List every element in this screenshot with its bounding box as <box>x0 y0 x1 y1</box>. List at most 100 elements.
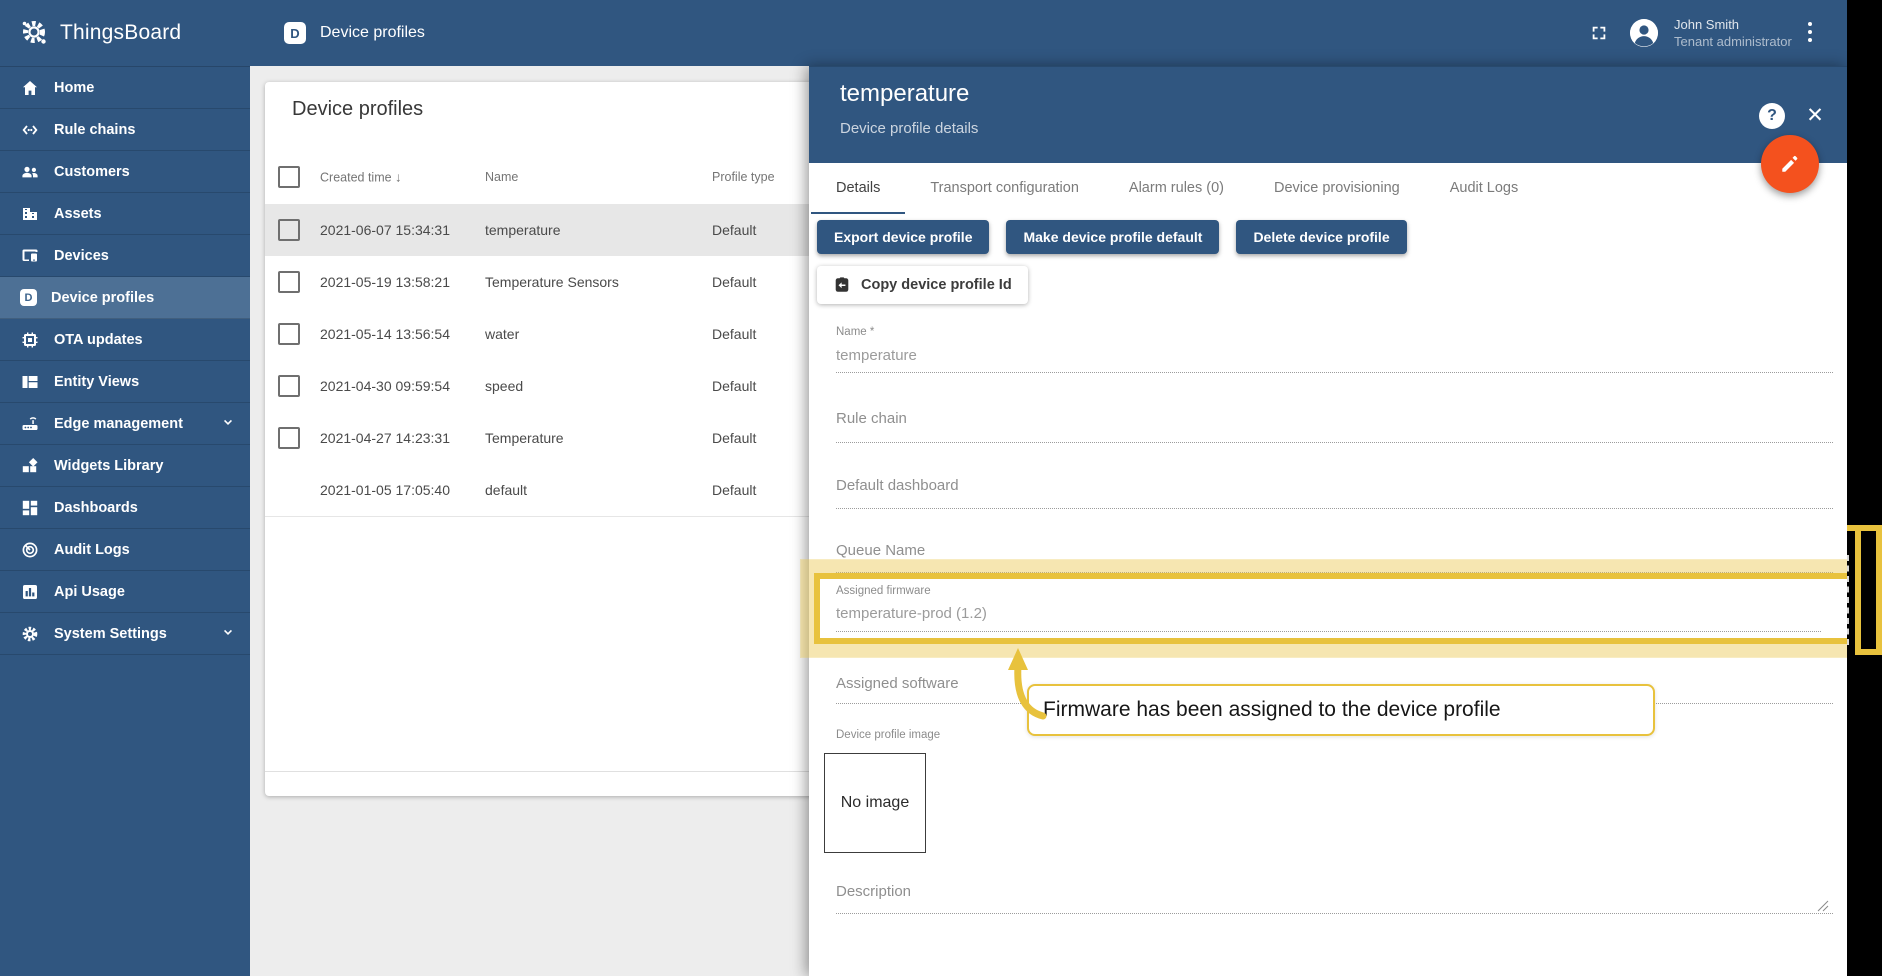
sidebar-item-label: OTA updates <box>54 332 143 348</box>
sidebar-item-audit-logs[interactable]: Audit Logs <box>0 529 250 571</box>
device-profile-image-dropzone[interactable]: No image <box>824 753 926 853</box>
sidebar-item-device-profiles[interactable]: D Device profiles <box>0 277 250 319</box>
rule-chains-icon <box>20 120 40 140</box>
clipped-highlight-fragment <box>1876 531 1882 655</box>
default-dashboard-field[interactable]: Default dashboard <box>836 477 959 494</box>
cell-name: speed <box>485 378 523 394</box>
column-name[interactable]: Name <box>485 170 518 184</box>
user-name: John Smith <box>1674 16 1792 33</box>
avatar[interactable] <box>1630 19 1658 47</box>
sidebar-item-label: Api Usage <box>54 584 125 600</box>
app-logo[interactable]: ThingsBoard <box>0 0 250 66</box>
tab-device-provisioning[interactable]: Device provisioning <box>1249 162 1425 214</box>
screen-edge-strip <box>1847 0 1882 976</box>
row-checkbox[interactable] <box>278 323 300 345</box>
cell-name: Temperature <box>485 430 564 446</box>
sidebar-item-entity-views[interactable]: Entity Views <box>0 361 250 403</box>
sidebar-item-edge-management[interactable]: Edge management <box>0 403 250 445</box>
no-image-text: No image <box>841 794 909 812</box>
sidebar-item-label: Widgets Library <box>54 458 163 474</box>
sidebar-item-system-settings[interactable]: System Settings <box>0 613 250 655</box>
column-created-time[interactable]: Created time ↓ <box>320 170 402 185</box>
tab-alarm-rules[interactable]: Alarm rules (0) <box>1104 162 1249 214</box>
user-role: Tenant administrator <box>1674 33 1792 50</box>
chevron-down-icon[interactable] <box>220 625 236 641</box>
assigned-firmware-label: Assigned firmware <box>836 585 931 597</box>
assigned-firmware-field-highlight: Assigned firmware temperature-prod (1.2) <box>814 573 1856 644</box>
assigned-firmware-value[interactable]: temperature-prod (1.2) <box>836 605 987 622</box>
default-dashboard-underline <box>836 508 1833 509</box>
cell-profile-type: Default <box>712 222 756 238</box>
description-field[interactable]: Description <box>836 883 911 900</box>
clipped-highlight-fragment <box>1855 531 1861 655</box>
fullscreen-icon[interactable] <box>1590 24 1608 42</box>
row-checkbox[interactable] <box>278 271 300 293</box>
delete-device-profile-button[interactable]: Delete device profile <box>1236 220 1406 254</box>
cell-created-time: 2021-04-30 09:59:54 <box>320 378 450 394</box>
sidebar-item-assets[interactable]: Assets <box>0 193 250 235</box>
widgets-library-icon <box>20 456 40 476</box>
sidebar-item-label: Home <box>54 80 94 96</box>
cell-name: temperature <box>485 222 560 238</box>
export-device-profile-button[interactable]: Export device profile <box>817 220 989 254</box>
sidebar-item-label: Dashboards <box>54 500 138 516</box>
brand-name: ThingsBoard <box>60 21 181 45</box>
sidebar-item-ota-updates[interactable]: OTA updates <box>0 319 250 361</box>
sidebar-item-home[interactable]: Home <box>0 67 250 109</box>
sidebar-item-api-usage[interactable]: Api Usage <box>0 571 250 613</box>
pencil-icon <box>1779 153 1801 175</box>
device-profiles-icon: D <box>284 22 306 44</box>
copy-device-profile-id-button[interactable]: Copy device profile Id <box>817 266 1028 304</box>
assigned-firmware-underline <box>836 631 1821 632</box>
ota-updates-icon <box>20 330 40 350</box>
column-profile-type[interactable]: Profile type <box>712 170 775 184</box>
row-checkbox[interactable] <box>278 375 300 397</box>
rule-chain-field[interactable]: Rule chain <box>836 410 907 427</box>
sidebar-item-dashboards[interactable]: Dashboards <box>0 487 250 529</box>
panel-header: temperature Device profile details ? ✕ <box>809 66 1847 163</box>
sidebar-item-label: Customers <box>54 164 130 180</box>
close-icon[interactable]: ✕ <box>1803 101 1827 129</box>
row-checkbox[interactable] <box>278 427 300 449</box>
assets-icon <box>20 204 40 224</box>
edit-fab-button[interactable] <box>1761 135 1819 193</box>
panel-tabs: Details Transport configuration Alarm ru… <box>811 162 1543 214</box>
tab-audit-logs[interactable]: Audit Logs <box>1425 162 1544 214</box>
cell-profile-type: Default <box>712 482 756 498</box>
sidebar-item-label: Assets <box>54 206 102 222</box>
sidebar-item-devices[interactable]: Devices <box>0 235 250 277</box>
description-underline <box>836 913 1833 914</box>
name-field-value[interactable]: temperature <box>836 347 917 364</box>
cell-name: water <box>485 326 519 342</box>
cell-created-time: 2021-05-14 13:56:54 <box>320 326 450 342</box>
user-info[interactable]: John Smith Tenant administrator <box>1674 16 1792 50</box>
assigned-software-field[interactable]: Assigned software <box>836 675 959 692</box>
annotation-text: Firmware has been assigned to the device… <box>1043 698 1501 722</box>
queue-name-field[interactable]: Queue Name <box>836 542 925 559</box>
chevron-down-icon[interactable] <box>220 415 236 431</box>
cell-profile-type: Default <box>712 430 756 446</box>
tab-details[interactable]: Details <box>811 162 905 214</box>
cell-created-time: 2021-01-05 17:05:40 <box>320 482 450 498</box>
more-vert-icon[interactable] <box>1808 22 1812 46</box>
cell-profile-type: Default <box>712 326 756 342</box>
help-icon[interactable]: ? <box>1759 103 1785 129</box>
sidebar-item-rule-chains[interactable]: Rule chains <box>0 109 250 151</box>
make-default-button[interactable]: Make device profile default <box>1006 220 1219 254</box>
sidebar-item-customers[interactable]: Customers <box>0 151 250 193</box>
clipped-highlight-fragment <box>1855 649 1882 655</box>
audit-logs-icon <box>20 540 40 560</box>
devices-icon <box>20 246 40 266</box>
sidebar-item-label: Entity Views <box>54 374 139 390</box>
panel-action-buttons: Export device profile Make device profil… <box>817 220 1407 254</box>
sort-desc-icon: ↓ <box>395 170 402 185</box>
cell-name: Temperature Sensors <box>485 274 619 290</box>
cell-profile-type: Default <box>712 274 756 290</box>
edge-management-icon <box>20 414 40 434</box>
tab-transport-configuration[interactable]: Transport configuration <box>905 162 1104 214</box>
select-all-checkbox[interactable] <box>278 166 300 188</box>
row-checkbox[interactable] <box>278 219 300 241</box>
textarea-resize-handle-icon[interactable] <box>1817 900 1829 912</box>
sidebar-item-widgets-library[interactable]: Widgets Library <box>0 445 250 487</box>
panel-title: temperature <box>840 80 969 108</box>
